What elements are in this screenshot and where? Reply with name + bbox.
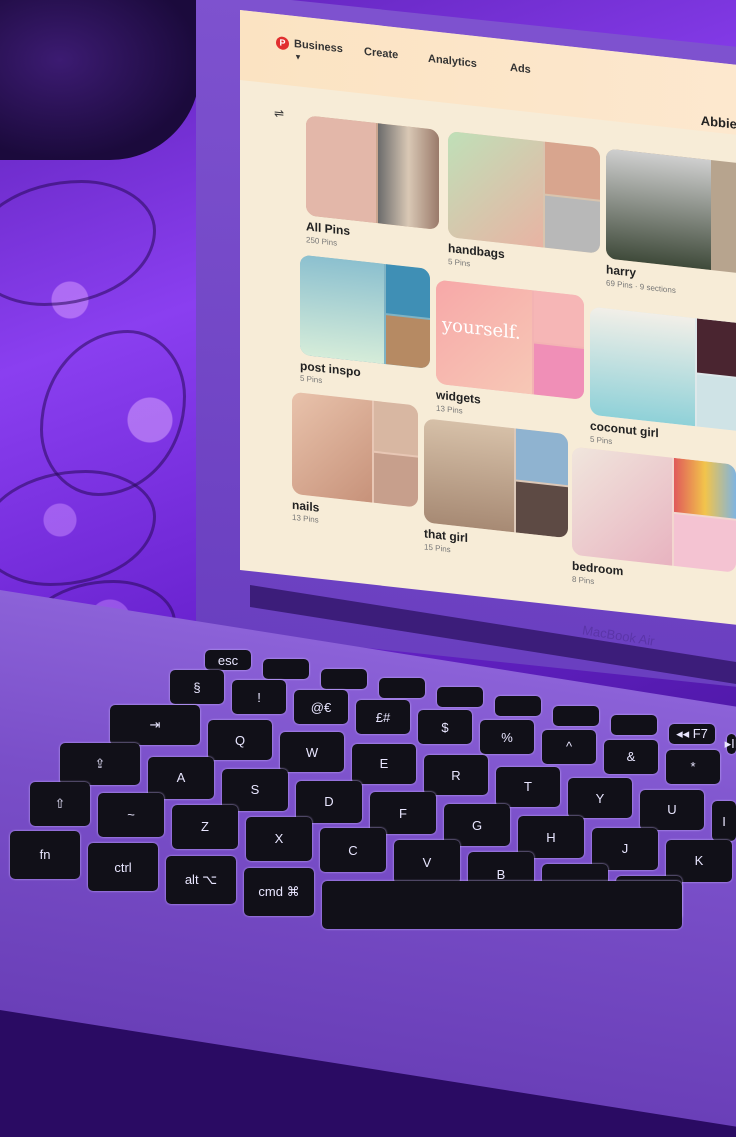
key-spacebar[interactable] (437, 687, 483, 708)
key-spacebar[interactable] (553, 705, 599, 726)
board-count: 250 Pins (306, 235, 338, 248)
key-z[interactable]: Z (172, 804, 238, 849)
user-name[interactable]: Abbie ✧.* (701, 113, 736, 136)
key-e[interactable]: E (352, 743, 416, 784)
key-spacebar[interactable] (495, 696, 541, 717)
key-esc[interactable]: esc (205, 650, 251, 670)
key-x[interactable]: X (246, 816, 312, 861)
key-[interactable]: $ (418, 710, 472, 745)
key-v[interactable]: V (394, 840, 460, 885)
paisley-pattern (0, 180, 156, 306)
pinterest-logo-icon: P (276, 35, 289, 51)
board-count: 5 Pins (590, 434, 613, 447)
widget-text: yourself. (436, 279, 532, 395)
key-ii[interactable]: ▸II (725, 733, 736, 754)
key-[interactable]: & (604, 739, 658, 774)
key-[interactable]: £# (356, 700, 410, 735)
key-spacebar[interactable] (263, 659, 309, 680)
key-spacebar[interactable] (379, 677, 425, 698)
key-[interactable]: ⇪ (60, 742, 140, 785)
key-u[interactable]: U (640, 789, 704, 830)
board-cover (306, 115, 439, 230)
board-cover (572, 446, 736, 573)
key-[interactable]: * (666, 749, 720, 784)
paisley-pattern (0, 470, 156, 586)
nav-create[interactable]: Create (364, 46, 398, 62)
key-spacebar[interactable] (322, 880, 682, 929)
board-cover (448, 130, 600, 254)
laptop-screen: P Business ▾ Create Analytics Ads Abbie … (240, 10, 736, 628)
key-i[interactable]: I (712, 801, 736, 842)
key-f7[interactable]: ◂◂ F7 (669, 724, 715, 745)
board-count: 8 Pins (572, 574, 595, 587)
key-[interactable]: ⇧ (30, 782, 90, 826)
board-count: 5 Pins (300, 373, 323, 386)
board-cover (606, 148, 736, 277)
pillow (0, 0, 200, 160)
key-[interactable]: ~ (98, 792, 164, 837)
key-spacebar[interactable] (321, 668, 367, 689)
board-cover: yourself. (436, 279, 584, 400)
key-[interactable]: % (480, 720, 534, 754)
key-w[interactable]: W (280, 732, 344, 772)
board-count: 69 Pins · 9 sections (606, 278, 676, 296)
key-q[interactable]: Q (208, 720, 272, 761)
nav-ads[interactable]: Ads (510, 62, 531, 76)
board-cover (292, 391, 418, 508)
sliders-icon[interactable]: ⇌ (274, 106, 284, 121)
nav-analytics[interactable]: Analytics (428, 53, 477, 70)
board-count: 13 Pins (292, 512, 319, 525)
key-r[interactable]: R (424, 755, 488, 796)
key-cmd[interactable]: cmd ⌘ (244, 868, 314, 917)
key-[interactable]: ⇥ (110, 704, 200, 745)
key-ctrl[interactable]: ctrl (88, 843, 158, 892)
board-count: 13 Pins (436, 403, 463, 416)
board-cover (424, 418, 568, 539)
key-spacebar[interactable] (611, 714, 657, 735)
board-cover (590, 306, 736, 434)
key-[interactable]: @€ (294, 690, 348, 725)
key-y[interactable]: Y (568, 778, 632, 819)
key-t[interactable]: T (496, 766, 560, 807)
board-count: 5 Pins (448, 256, 471, 269)
board-count: 15 Pins (424, 542, 451, 555)
nav-business[interactable]: Business (294, 38, 343, 55)
key-alt[interactable]: alt ⌥ (166, 855, 236, 904)
key-[interactable]: ^ (542, 729, 596, 764)
key-fn[interactable]: fn (10, 830, 80, 879)
key-c[interactable]: C (320, 828, 386, 873)
key-[interactable]: ! (232, 680, 286, 715)
board-name: harry (606, 262, 637, 280)
board-cover (300, 254, 430, 369)
key-[interactable]: § (170, 670, 224, 705)
